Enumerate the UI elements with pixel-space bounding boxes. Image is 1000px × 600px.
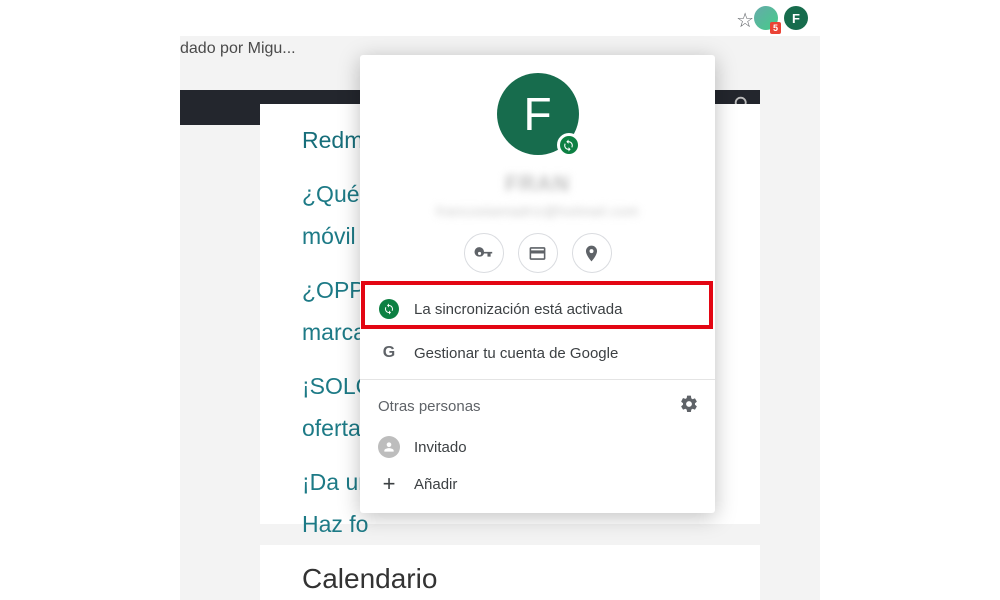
add-profile-row[interactable]: + Añadir: [360, 469, 715, 513]
manage-account-row[interactable]: G Gestionar tu cuenta de Google: [360, 331, 715, 375]
profile-avatar-letter: F: [523, 87, 551, 141]
guest-profile-row[interactable]: Invitado: [360, 425, 715, 469]
sync-status-row[interactable]: La sincronización está activada: [360, 287, 715, 331]
google-g-icon: G: [383, 344, 395, 362]
profile-avatar: F: [497, 73, 579, 155]
profile-name: FRAN: [505, 171, 570, 197]
card-icon: [528, 244, 547, 263]
guest-avatar-icon: [378, 436, 400, 458]
sync-icon: [379, 299, 399, 319]
calendar-card: Calendario: [260, 545, 760, 600]
divider: [360, 379, 715, 380]
location-icon: [582, 244, 601, 263]
bookmark-bar-item[interactable]: dado por Migu...: [180, 40, 296, 58]
omnibar: ☆ 5 F: [180, 0, 820, 36]
extension-icon[interactable]: 5: [754, 6, 778, 30]
key-icon: [474, 244, 493, 263]
settings-gear-icon[interactable]: [679, 394, 699, 419]
addresses-button[interactable]: [572, 233, 612, 273]
other-people-label: Otras personas: [378, 398, 481, 415]
passwords-button[interactable]: [464, 233, 504, 273]
add-label: Añadir: [414, 476, 457, 493]
search-icon[interactable]: [732, 94, 940, 122]
other-people-header: Otras personas: [360, 384, 715, 425]
extension-badge: 5: [770, 22, 781, 34]
bookmark-star-icon[interactable]: ☆: [736, 8, 754, 33]
payments-button[interactable]: [518, 233, 558, 273]
toolbar-profile-avatar[interactable]: F: [784, 6, 808, 30]
manage-account-label: Gestionar tu cuenta de Google: [414, 345, 618, 362]
profile-popover: F FRAN francostamadriz@hotmail.com: [360, 55, 715, 513]
guest-label: Invitado: [414, 439, 467, 456]
profile-email: francostamadriz@hotmail.com: [436, 203, 639, 219]
sync-status-label: La sincronización está activada: [414, 301, 622, 318]
sync-status-badge-icon: [557, 133, 581, 157]
calendar-heading: Calendario: [302, 563, 437, 595]
